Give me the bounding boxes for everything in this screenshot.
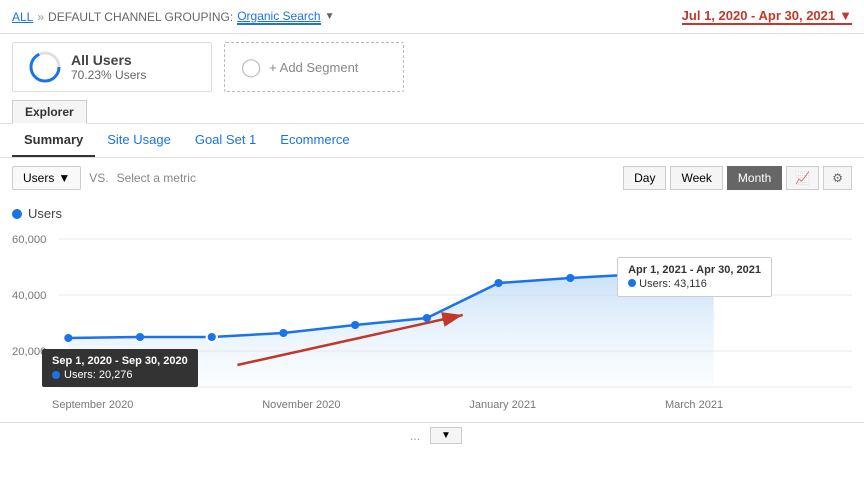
breadcrumb: ALL » DEFAULT CHANNEL GROUPING: Organic … — [12, 9, 334, 25]
data-point-sep — [207, 332, 217, 342]
legend-label: Users — [28, 206, 62, 221]
scroll-ellipsis: ... — [402, 429, 428, 443]
metric-selector: Users ▼ VS. Select a metric — [12, 166, 196, 190]
x-axis: September 2020 November 2020 January 202… — [12, 397, 852, 411]
svg-text:60,000: 60,000 — [12, 234, 46, 246]
scroll-down-btn[interactable]: ▼ — [430, 427, 462, 444]
line-chart-btn[interactable]: 📈 — [786, 166, 819, 190]
segments-area: All Users 70.23% Users ◯ + Add Segment — [0, 34, 864, 100]
legend-dot — [12, 209, 22, 219]
all-users-segment[interactable]: All Users 70.23% Users — [12, 42, 212, 92]
day-btn[interactable]: Day — [623, 166, 666, 190]
chart-svg-container: 60,000 40,000 20,000 — [12, 227, 852, 397]
vs-label: VS. — [89, 171, 108, 185]
breadcrumb-separator: » — [37, 10, 44, 24]
date-range-label: Jul 1, 2020 - Apr 30, 2021 — [682, 8, 835, 23]
all-users-sublabel: 70.23% Users — [71, 68, 146, 82]
data-point-nov — [351, 321, 359, 329]
explorer-tab[interactable]: Explorer — [12, 100, 87, 124]
sub-tab-summary[interactable]: Summary — [12, 124, 95, 157]
all-users-icon — [29, 51, 61, 83]
sub-tab-site-usage[interactable]: Site Usage — [95, 124, 183, 157]
chart-legend: Users — [12, 206, 852, 221]
data-point-aug — [136, 333, 144, 341]
data-point-dec — [423, 314, 431, 322]
tabs-bar: Explorer — [0, 100, 864, 124]
sub-tab-goal-set-1[interactable]: Goal Set 1 — [183, 124, 268, 157]
x-label-jan: January 2021 — [469, 399, 536, 411]
chart-area: Users 60,000 40,000 20,000 — [0, 198, 864, 418]
x-label-mar: March 2021 — [665, 399, 723, 411]
chart-svg: 60,000 40,000 20,000 — [12, 227, 852, 397]
month-btn[interactable]: Month — [727, 166, 782, 190]
add-segment-card[interactable]: ◯ + Add Segment — [224, 42, 404, 92]
data-point-jan — [494, 279, 502, 287]
primary-metric-arrow-icon: ▼ — [58, 171, 70, 185]
add-segment-label: + Add Segment — [269, 60, 358, 75]
breadcrumb-organic[interactable]: Organic Search — [237, 9, 320, 25]
data-point-mar — [638, 270, 646, 278]
chart-controls: Users ▼ VS. Select a metric Day Week Mon… — [0, 158, 864, 198]
date-range-arrow-icon: ▼ — [839, 8, 852, 23]
data-point-jul — [64, 334, 72, 342]
sub-tab-ecommerce[interactable]: Ecommerce — [268, 124, 361, 157]
sub-tabs: Summary Site Usage Goal Set 1 Ecommerce — [0, 124, 864, 158]
secondary-metric-selector[interactable]: Select a metric — [117, 171, 196, 185]
x-label-nov: November 2020 — [262, 399, 340, 411]
top-bar: ALL » DEFAULT CHANNEL GROUPING: Organic … — [0, 0, 864, 34]
data-point-apr — [709, 275, 719, 285]
bar-chart-btn[interactable]: ⚙ — [823, 166, 852, 190]
primary-metric-btn[interactable]: Users ▼ — [12, 166, 81, 190]
breadcrumb-dropdown-icon[interactable]: ▼ — [325, 11, 335, 22]
data-point-feb — [566, 274, 574, 282]
breadcrumb-all[interactable]: ALL — [12, 10, 33, 24]
x-label-sep: September 2020 — [52, 399, 133, 411]
all-users-label: All Users — [71, 52, 146, 68]
breadcrumb-channel: DEFAULT CHANNEL GROUPING: — [48, 10, 233, 24]
svg-text:20,000: 20,000 — [12, 346, 46, 358]
week-btn[interactable]: Week — [670, 166, 722, 190]
svg-text:40,000: 40,000 — [12, 290, 46, 302]
date-range-selector[interactable]: Jul 1, 2020 - Apr 30, 2021 ▼ — [682, 8, 852, 25]
primary-metric-label: Users — [23, 171, 54, 185]
time-controls: Day Week Month 📈 ⚙ — [623, 166, 852, 190]
data-point-oct — [279, 329, 287, 337]
add-segment-icon: ◯ — [241, 57, 261, 78]
